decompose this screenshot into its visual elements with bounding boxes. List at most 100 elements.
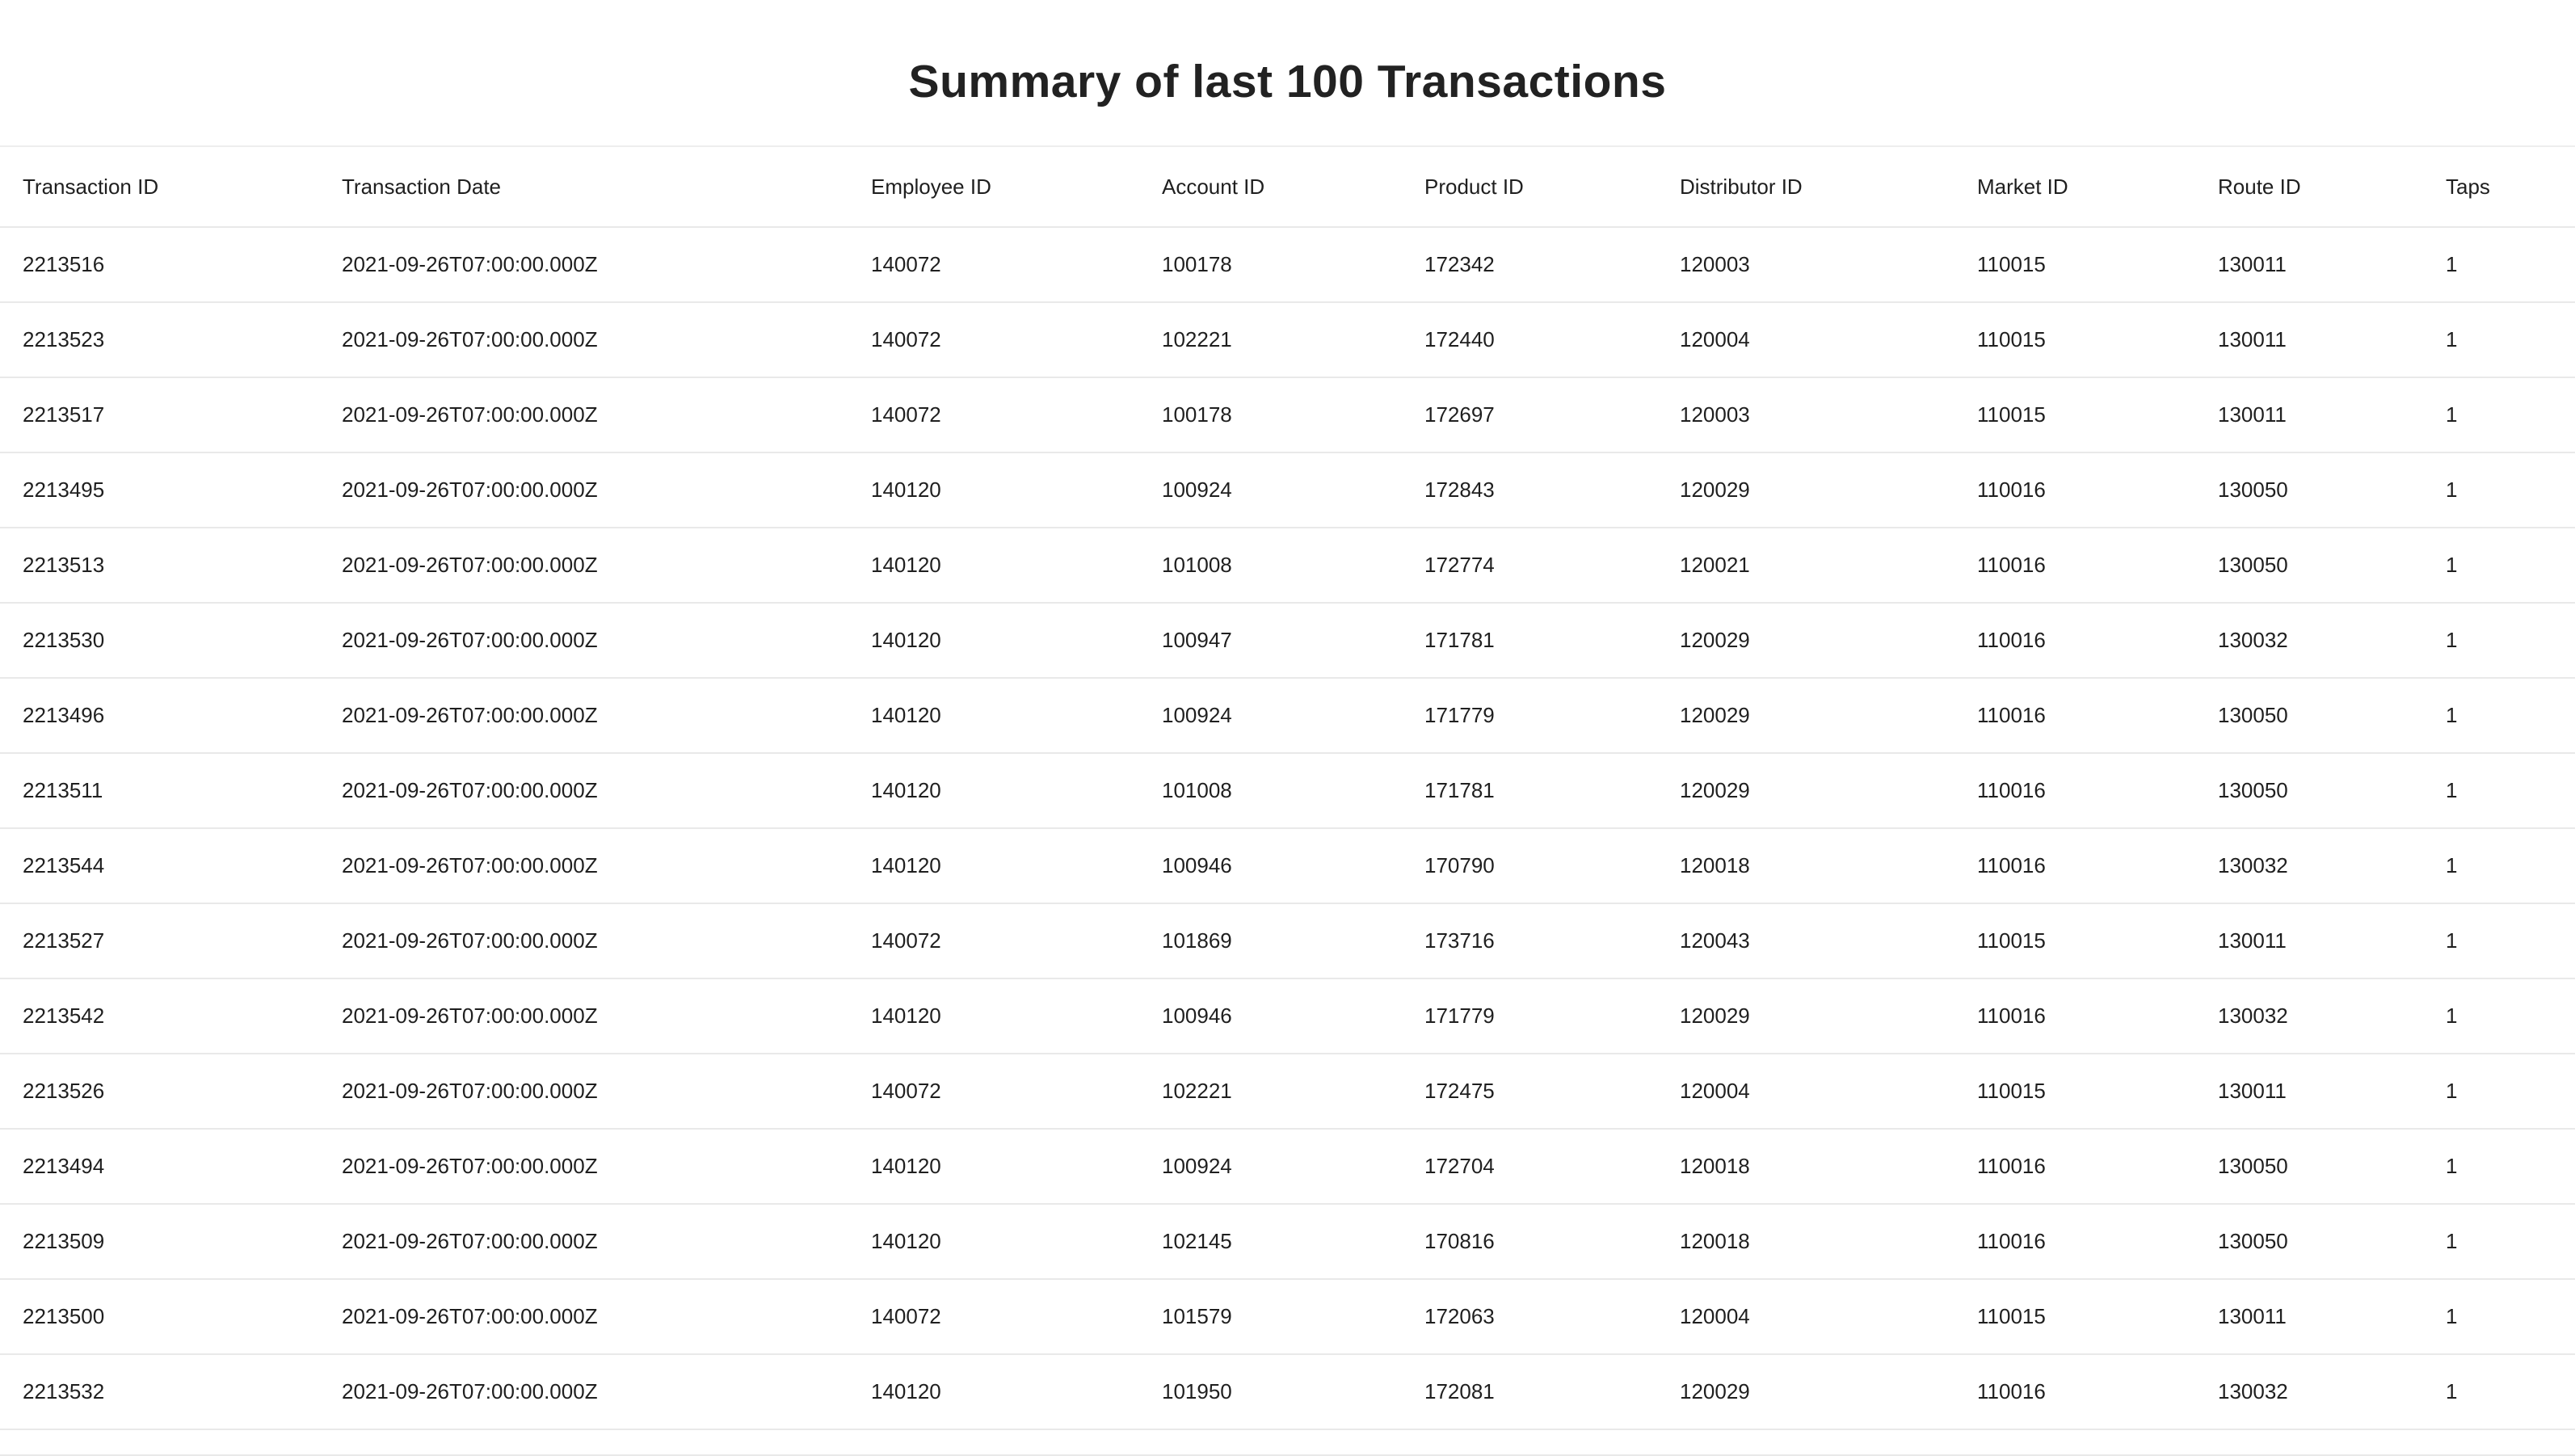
transaction-date-cell: 2021-09-26T07:00:00.000Z	[319, 1279, 848, 1355]
distributor-id-cell: 120043	[1657, 903, 1954, 979]
product-id-cell: 171779	[1402, 978, 1657, 1054]
transaction-id-cell: 2213527	[0, 903, 319, 979]
distributor-id-cell: 120004	[1657, 1279, 1954, 1355]
market-id-cell: 110015	[1954, 302, 2195, 378]
route-id-cell: 130011	[2195, 903, 2423, 979]
header-row: Transaction ID Transaction Date Employee…	[0, 147, 2575, 228]
employee-id-cell: 140072	[848, 1054, 1139, 1130]
transaction-id-cell: 2213511	[0, 753, 319, 829]
transaction-id-cell: 2213509	[0, 1204, 319, 1280]
route-id-cell: 130050	[2195, 452, 2423, 528]
transaction-id-cell: 2213530	[0, 603, 319, 679]
table-row: 2213516 2021-09-26T07:00:00.000Z 140072 100…	[0, 227, 2575, 303]
taps-cell: 1	[2423, 528, 2575, 604]
transaction-date-cell: 2021-09-26T07:00:00.000Z	[319, 377, 848, 453]
column-header-transaction-id: Transaction ID	[0, 147, 319, 228]
account-id-cell: 100946	[1139, 828, 1402, 904]
transaction-date-cell: 2021-09-26T07:00:00.000Z	[319, 528, 848, 604]
transaction-id-cell: 2213513	[0, 528, 319, 604]
table-row-partial	[0, 1430, 2575, 1456]
transaction-date-cell: 2021-09-26T07:00:00.000Z	[319, 978, 848, 1054]
product-id-cell: 172697	[1402, 377, 1657, 453]
account-id-cell: 102221	[1139, 302, 1402, 378]
market-id-cell: 110015	[1954, 377, 2195, 453]
employee-id-cell: 140120	[848, 1129, 1139, 1205]
account-id-cell: 101008	[1139, 528, 1402, 604]
taps-cell: 1	[2423, 678, 2575, 754]
transaction-id-cell: 2213516	[0, 227, 319, 303]
employee-id-cell: 140072	[848, 302, 1139, 378]
transaction-id-cell: 2213526	[0, 1054, 319, 1130]
account-id-cell: 101579	[1139, 1279, 1402, 1355]
product-id-cell: 172704	[1402, 1129, 1657, 1205]
account-id-cell: 100947	[1139, 603, 1402, 679]
column-header-employee-id: Employee ID	[848, 147, 1139, 228]
route-id-cell: 130032	[2195, 1354, 2423, 1430]
transaction-id-cell: 2213495	[0, 452, 319, 528]
product-id-cell: 170816	[1402, 1204, 1657, 1280]
taps-cell: 1	[2423, 1279, 2575, 1355]
table-row: 2213544 2021-09-26T07:00:00.000Z 140120 100…	[0, 828, 2575, 904]
product-id-cell: 171779	[1402, 678, 1657, 754]
distributor-id-cell: 120029	[1657, 452, 1954, 528]
account-id-cell: 101869	[1139, 903, 1402, 979]
market-id-cell: 110016	[1954, 1129, 2195, 1205]
transaction-id-cell: 2213500	[0, 1279, 319, 1355]
column-header-transaction-date: Transaction Date	[319, 147, 848, 228]
route-id-cell: 130011	[2195, 1279, 2423, 1355]
product-id-cell: 172440	[1402, 302, 1657, 378]
taps-cell: 1	[2423, 828, 2575, 904]
product-id-cell: 170790	[1402, 828, 1657, 904]
market-id-cell: 110016	[1954, 678, 2195, 754]
employee-id-cell: 140120	[848, 753, 1139, 829]
column-header-account-id: Account ID	[1139, 147, 1402, 228]
market-id-cell: 110016	[1954, 603, 2195, 679]
account-id-cell: 100924	[1139, 678, 1402, 754]
market-id-cell: 110016	[1954, 452, 2195, 528]
transactions-table: Transaction ID Transaction Date Employee…	[0, 147, 2575, 1430]
market-id-cell: 110015	[1954, 903, 2195, 979]
product-id-cell: 171781	[1402, 603, 1657, 679]
distributor-id-cell: 120021	[1657, 528, 1954, 604]
table-row: 2213509 2021-09-26T07:00:00.000Z 140120 102…	[0, 1204, 2575, 1280]
transaction-id-cell: 2213523	[0, 302, 319, 378]
product-id-cell: 173716	[1402, 903, 1657, 979]
taps-cell: 1	[2423, 377, 2575, 453]
distributor-id-cell: 120029	[1657, 978, 1954, 1054]
route-id-cell: 130050	[2195, 528, 2423, 604]
transaction-id-cell: 2213496	[0, 678, 319, 754]
transaction-date-cell: 2021-09-26T07:00:00.000Z	[319, 678, 848, 754]
column-header-market-id: Market ID	[1954, 147, 2195, 228]
market-id-cell: 110015	[1954, 227, 2195, 303]
employee-id-cell: 140120	[848, 678, 1139, 754]
product-id-cell: 171781	[1402, 753, 1657, 829]
taps-cell: 1	[2423, 227, 2575, 303]
table-header: Transaction ID Transaction Date Employee…	[0, 147, 2575, 228]
employee-id-cell: 140072	[848, 903, 1139, 979]
route-id-cell: 130011	[2195, 377, 2423, 453]
employee-id-cell: 140120	[848, 452, 1139, 528]
transaction-date-cell: 2021-09-26T07:00:00.000Z	[319, 302, 848, 378]
transaction-date-cell: 2021-09-26T07:00:00.000Z	[319, 452, 848, 528]
taps-cell: 1	[2423, 1204, 2575, 1280]
transaction-id-cell: 2213532	[0, 1354, 319, 1430]
employee-id-cell: 140120	[848, 603, 1139, 679]
distributor-id-cell: 120029	[1657, 678, 1954, 754]
table-body: 2213516 2021-09-26T07:00:00.000Z 140072 100…	[0, 227, 2575, 1430]
taps-cell: 1	[2423, 302, 2575, 378]
transactions-table-container: Transaction ID Transaction Date Employee…	[0, 145, 2575, 1456]
market-id-cell: 110015	[1954, 1279, 2195, 1355]
market-id-cell: 110016	[1954, 528, 2195, 604]
taps-cell: 1	[2423, 1054, 2575, 1130]
transaction-date-cell: 2021-09-26T07:00:00.000Z	[319, 903, 848, 979]
distributor-id-cell: 120018	[1657, 1204, 1954, 1280]
distributor-id-cell: 120029	[1657, 753, 1954, 829]
table-row: 2213513 2021-09-26T07:00:00.000Z 140120 101…	[0, 528, 2575, 604]
transaction-id-cell: 2213517	[0, 377, 319, 453]
employee-id-cell: 140072	[848, 377, 1139, 453]
table-row: 2213526 2021-09-26T07:00:00.000Z 140072 102…	[0, 1054, 2575, 1130]
transaction-date-cell: 2021-09-26T07:00:00.000Z	[319, 1354, 848, 1430]
product-id-cell: 172475	[1402, 1054, 1657, 1130]
account-id-cell: 100178	[1139, 377, 1402, 453]
market-id-cell: 110016	[1954, 753, 2195, 829]
